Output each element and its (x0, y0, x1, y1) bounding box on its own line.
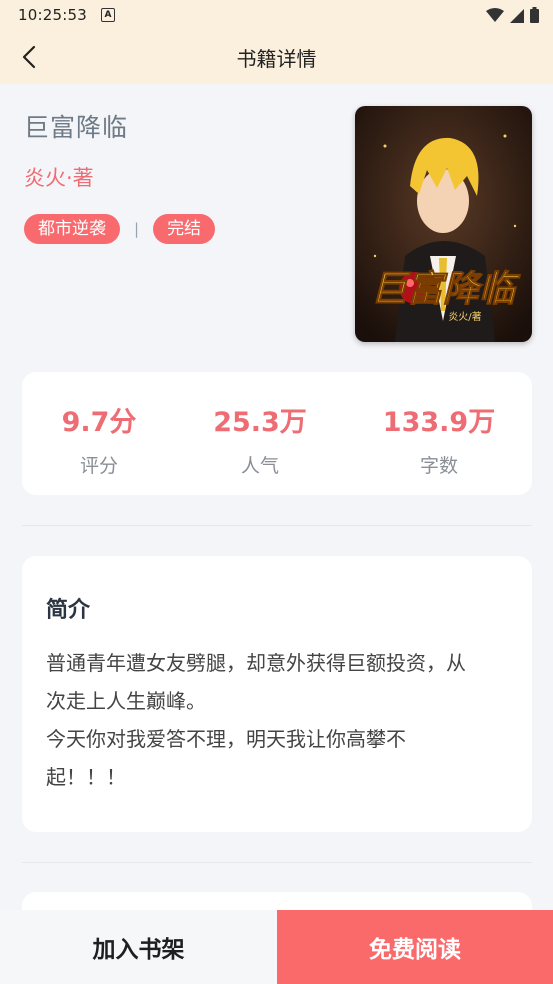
section-divider (22, 525, 532, 526)
stats-card: 9.7分 评分 25.3万 人气 133.9万 字数 (22, 372, 532, 495)
intro-text: 普通青年遭女友劈腿，却意外获得巨额投资，从 次走上人生巅峰。 今天你对我爱答不理… (46, 644, 516, 796)
tag-status[interactable]: 完结 (153, 214, 216, 244)
book-cover[interactable]: 巨富降临 炎火/著 (355, 106, 532, 342)
stat-rating-label: 评分 (79, 455, 118, 477)
stat-popularity-label: 人气 (240, 455, 279, 477)
status-time: 10:25:53 (18, 6, 87, 24)
tag-genre[interactable]: 都市逆袭 (24, 214, 120, 244)
read-free-button[interactable]: 免费阅读 (277, 910, 553, 984)
stat-rating: 9.7分 评分 (24, 400, 174, 478)
stat-popularity-value: 25.3万 (213, 407, 307, 438)
intro-line: 今天你对我爱答不理，明天我让你高攀不 (46, 727, 406, 751)
signal-icon (510, 8, 524, 23)
back-button[interactable] (14, 42, 44, 72)
stat-wordcount-value: 133.9万 (382, 407, 496, 438)
page-title: 书籍详情 (236, 46, 317, 71)
status-bar: 10:25:53 A (0, 0, 553, 30)
intro-line: 普通青年遭女友劈腿，却意外获得巨额投资，从 (46, 651, 466, 675)
book-author: 炎火·著 (24, 166, 94, 190)
svg-text:炎火/著: 炎火/著 (448, 310, 481, 323)
intro-title: 简介 (46, 598, 91, 623)
system-icons (486, 7, 539, 23)
tag-separator: | (134, 220, 140, 238)
book-header: 巨富降临 炎火·著 都市逆袭 | 完结 (24, 108, 334, 244)
bottom-action-bar: 加入书架 免费阅读 (0, 910, 553, 984)
book-title: 巨富降临 (24, 113, 129, 142)
stat-rating-value: 9.7分 (61, 407, 137, 438)
svg-text:巨富降临: 巨富降临 (371, 269, 521, 310)
book-tags: 都市逆袭 | 完结 (24, 214, 334, 244)
nav-bar: 书籍详情 (0, 30, 553, 84)
stat-popularity: 25.3万 人气 (185, 400, 335, 478)
chevron-left-icon (22, 45, 36, 69)
battery-icon (530, 7, 539, 23)
intro-card: 简介 普通青年遭女友劈腿，却意外获得巨额投资，从 次走上人生巅峰。 今天你对我爱… (22, 556, 532, 832)
intro-line: 起！！！ (46, 765, 126, 789)
stat-wordcount: 133.9万 字数 (364, 400, 514, 478)
section-divider (22, 862, 532, 863)
notification-a-icon: A (100, 8, 115, 22)
stat-wordcount-label: 字数 (419, 455, 458, 477)
wifi-icon (486, 7, 504, 22)
add-to-shelf-button[interactable]: 加入书架 (0, 910, 277, 984)
intro-line: 次走上人生巅峰。 (46, 689, 206, 713)
cover-illustration: 巨富降临 炎火/著 (355, 106, 532, 342)
